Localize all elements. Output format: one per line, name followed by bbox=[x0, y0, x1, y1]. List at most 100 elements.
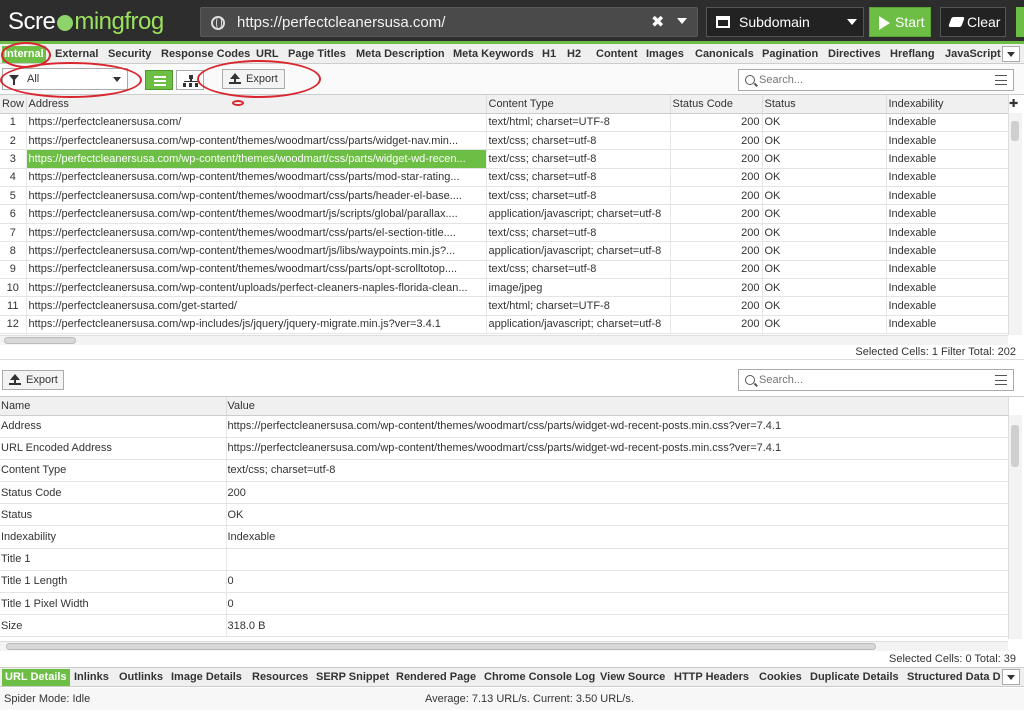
tab-external[interactable]: External bbox=[53, 46, 100, 63]
cell-row[interactable]: 5 bbox=[0, 186, 27, 206]
cell-address[interactable]: https://perfectcleanersusa.com/wp-includ… bbox=[26, 315, 487, 335]
cell-address[interactable]: https://perfectcleanersusa.com/wp-conten… bbox=[26, 278, 487, 298]
cell-indexability[interactable]: Indexable bbox=[886, 296, 1009, 316]
cell-content-type[interactable]: text/css; charset=utf-8 bbox=[486, 149, 671, 169]
chevron-down-icon[interactable] bbox=[1002, 46, 1020, 62]
cell-address[interactable]: https://perfectcleanersusa.com/wp-conten… bbox=[26, 186, 487, 206]
cell-row[interactable]: 8 bbox=[0, 241, 27, 261]
cell-content-type[interactable]: text/css; charset=utf-8 bbox=[486, 223, 671, 243]
cell-content-type[interactable]: text/html; charset=UTF-8 bbox=[486, 113, 671, 132]
tab-images[interactable]: Images bbox=[644, 46, 686, 63]
cell-status[interactable]: OK bbox=[762, 168, 887, 188]
cell-content-type[interactable]: text/html; charset=UTF-8 bbox=[486, 296, 671, 316]
cell-indexability[interactable]: Indexable bbox=[886, 260, 1009, 280]
detail-name[interactable]: Title 1 bbox=[0, 548, 227, 571]
cell-content-type[interactable]: image/jpeg bbox=[486, 278, 671, 298]
detail-header-value[interactable]: Value bbox=[226, 397, 1009, 416]
detail-tab-image-details[interactable]: Image Details bbox=[168, 669, 245, 686]
cell-row[interactable]: 10 bbox=[0, 278, 27, 298]
cell-indexability[interactable]: Indexable bbox=[886, 131, 1009, 151]
table-row[interactable]: 2 https://perfectcleanersusa.com/wp-conte… bbox=[0, 131, 1009, 151]
detail-name[interactable]: Address bbox=[0, 415, 227, 438]
cell-content-type[interactable]: text/css; charset=utf-8 bbox=[486, 168, 671, 188]
detail-tab-serp-snippet[interactable]: SERP Snippet bbox=[313, 669, 392, 686]
column-header-indexability[interactable]: Indexability bbox=[886, 95, 1009, 114]
cell-status-code[interactable]: 200 bbox=[670, 223, 763, 243]
cell-row[interactable]: 9 bbox=[0, 260, 27, 280]
detail-row[interactable]: Title 1 Length 0 bbox=[0, 570, 1009, 594]
cell-indexability[interactable]: Indexable bbox=[886, 149, 1009, 169]
detail-tab-outlinks[interactable]: Outlinks bbox=[116, 669, 166, 686]
detail-tab-resources[interactable]: Resources bbox=[249, 669, 311, 686]
start-button[interactable]: Start bbox=[869, 7, 931, 37]
cell-row[interactable]: 6 bbox=[0, 204, 27, 224]
cell-address[interactable]: https://perfectcleanersusa.com/get-start… bbox=[26, 296, 487, 316]
overflow-button[interactable] bbox=[1016, 7, 1024, 37]
table-row[interactable]: 4 https://perfectcleanersusa.com/wp-conte… bbox=[0, 168, 1009, 188]
tab-directives[interactable]: Directives bbox=[826, 46, 883, 63]
tree-view-icon[interactable] bbox=[176, 70, 204, 90]
cell-status[interactable]: OK bbox=[762, 204, 887, 224]
tab-canonicals[interactable]: Canonicals bbox=[693, 46, 756, 63]
cell-content-type[interactable]: application/javascript; charset=utf-8 bbox=[486, 204, 671, 224]
cell-address[interactable]: https://perfectcleanersusa.com/wp-conten… bbox=[26, 223, 487, 243]
cell-status-code[interactable]: 200 bbox=[670, 186, 763, 206]
table-row[interactable]: 11 https://perfectcleanersusa.com/get-sta… bbox=[0, 296, 1009, 316]
detail-value[interactable]: 200 bbox=[226, 481, 1009, 505]
tab-security[interactable]: Security bbox=[106, 46, 153, 63]
close-icon[interactable]: ✖ bbox=[651, 12, 664, 32]
detail-tab-url-details[interactable]: URL Details bbox=[2, 669, 70, 686]
detail-row[interactable]: Status OK bbox=[0, 503, 1009, 527]
detail-row[interactable]: Title 1 bbox=[0, 548, 1009, 571]
cell-status[interactable]: OK bbox=[762, 315, 887, 335]
detail-row[interactable]: Indexability Indexable bbox=[0, 525, 1009, 549]
cell-status-code[interactable]: 200 bbox=[670, 296, 763, 316]
export-button[interactable]: Export bbox=[222, 69, 285, 89]
table-row[interactable]: 7 https://perfectcleanersusa.com/wp-conte… bbox=[0, 223, 1009, 243]
cell-indexability[interactable]: Indexable bbox=[886, 315, 1009, 335]
detail-name[interactable]: Status Code bbox=[0, 481, 227, 505]
detail-row[interactable]: URL Encoded Address https://perfectcleane… bbox=[0, 437, 1009, 460]
detail-name[interactable]: Size bbox=[0, 614, 227, 638]
detail-search-input[interactable] bbox=[738, 369, 1014, 391]
detail-value[interactable]: 0 bbox=[226, 592, 1009, 616]
cell-status-code[interactable]: 200 bbox=[670, 315, 763, 335]
cell-status[interactable]: OK bbox=[762, 149, 887, 169]
tab-response-codes[interactable]: Response Codes bbox=[159, 46, 252, 63]
cell-status[interactable]: OK bbox=[762, 278, 887, 298]
search-field[interactable] bbox=[759, 72, 979, 88]
column-header-status[interactable]: Status bbox=[762, 95, 887, 114]
detail-header-name[interactable]: Name bbox=[0, 397, 227, 416]
table-row[interactable]: 1 https://perfectcleanersusa.com/text/htm… bbox=[0, 113, 1009, 132]
detail-name[interactable]: Content Type bbox=[0, 459, 227, 483]
cell-content-type[interactable]: application/javascript; charset=utf-8 bbox=[486, 241, 671, 261]
tab-hreflang[interactable]: Hreflang bbox=[888, 46, 937, 63]
detail-row[interactable]: Address https://perfectcleanersusa.com/wp… bbox=[0, 415, 1009, 438]
filter-dropdown[interactable]: All bbox=[2, 68, 128, 90]
detail-tab-structured-data-d[interactable]: Structured Data D bbox=[904, 669, 1004, 686]
tab-meta-description[interactable]: Meta Description bbox=[354, 46, 447, 63]
cell-row[interactable]: 4 bbox=[0, 168, 27, 188]
detail-horizontal-scrollbar[interactable] bbox=[0, 641, 1008, 651]
detail-value[interactable]: text/css; charset=utf-8 bbox=[226, 459, 1009, 483]
url-input[interactable]: https://perfectcleanersusa.com/ ✖ bbox=[200, 7, 698, 37]
cell-row[interactable]: 7 bbox=[0, 223, 27, 243]
list-view-icon[interactable] bbox=[145, 70, 173, 90]
cell-status[interactable]: OK bbox=[762, 260, 887, 280]
cell-content-type[interactable]: text/css; charset=utf-8 bbox=[486, 260, 671, 280]
cell-status-code[interactable]: 200 bbox=[670, 149, 763, 169]
detail-row[interactable]: Content Type text/css; charset=utf-8 bbox=[0, 459, 1009, 483]
detail-value[interactable]: OK bbox=[226, 503, 1009, 527]
cell-row[interactable]: 12 bbox=[0, 315, 27, 335]
detail-name[interactable]: Title 1 Pixel Width bbox=[0, 592, 227, 616]
cell-address[interactable]: https://perfectcleanersusa.com/wp-conten… bbox=[26, 168, 487, 188]
cell-address[interactable]: https://perfectcleanersusa.com/wp-conten… bbox=[26, 204, 487, 224]
table-row[interactable]: 10 https://perfectcleanersusa.com/wp-cont… bbox=[0, 278, 1009, 298]
vertical-scrollbar[interactable] bbox=[1008, 113, 1022, 335]
detail-row[interactable]: Size 318.0 B bbox=[0, 614, 1009, 638]
sliders-icon[interactable] bbox=[995, 75, 1007, 85]
detail-tab-chrome-console-log[interactable]: Chrome Console Log bbox=[481, 669, 598, 686]
cell-status-code[interactable]: 200 bbox=[670, 260, 763, 280]
table-row[interactable]: 12 https://perfectcleanersusa.com/wp-incl… bbox=[0, 315, 1009, 335]
tab-page-titles[interactable]: Page Titles bbox=[286, 46, 348, 63]
